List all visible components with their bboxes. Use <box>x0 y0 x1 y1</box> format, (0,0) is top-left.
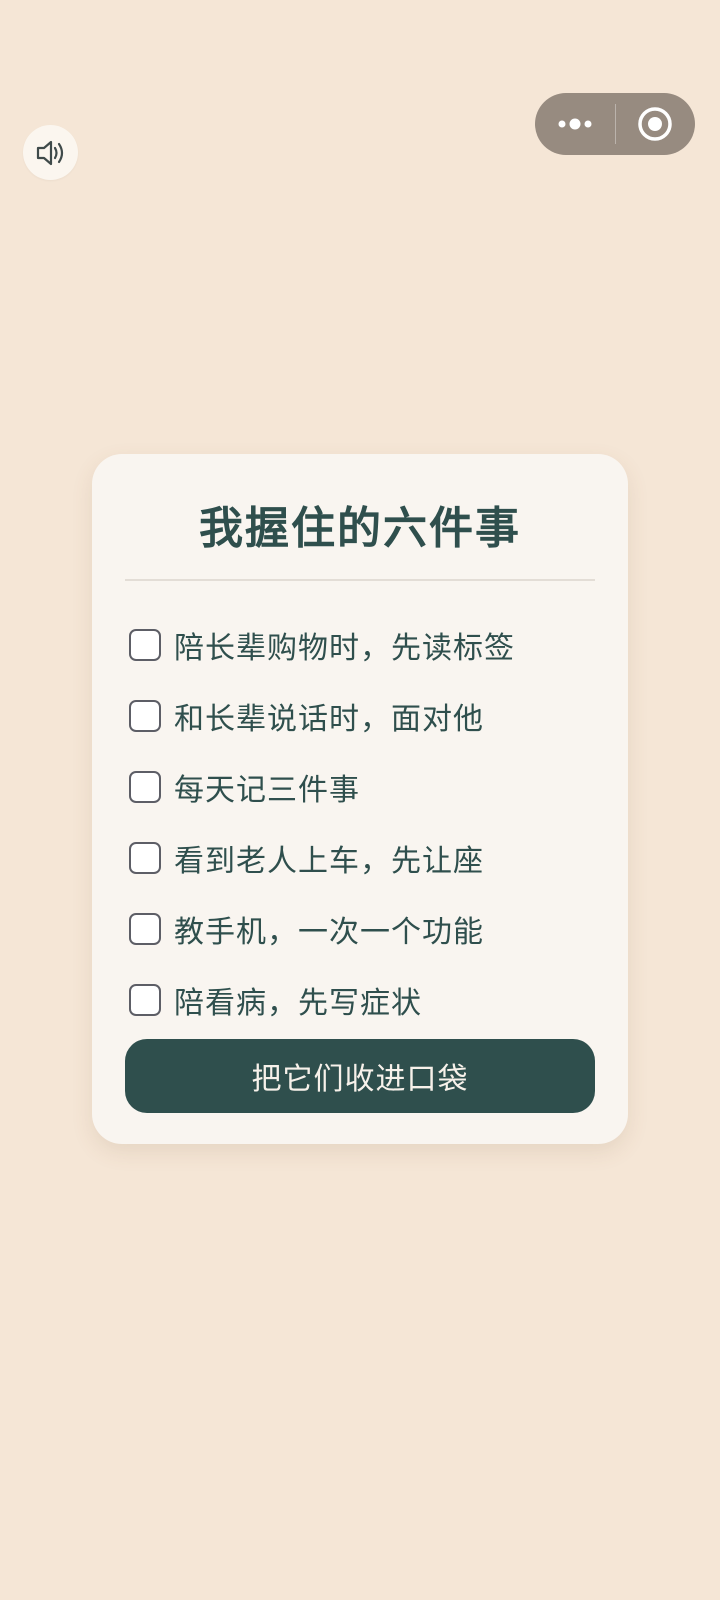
task-label: 看到老人上车，先让座 <box>174 843 484 879</box>
target-circle-icon <box>636 105 674 143</box>
title-divider <box>125 579 595 581</box>
task-label: 陪看病，先写症状 <box>174 985 422 1021</box>
close-mini-program-button[interactable] <box>616 93 696 155</box>
task-checkbox[interactable] <box>129 983 161 1016</box>
task-label: 教手机，一次一个功能 <box>174 914 484 950</box>
task-label: 和长辈说话时，面对他 <box>174 701 484 737</box>
task-item[interactable]: 陪长辈购物时，先读标签 <box>129 609 599 680</box>
task-checkbox[interactable] <box>129 841 161 874</box>
task-checkbox[interactable] <box>129 699 161 732</box>
task-label: 每天记三件事 <box>174 772 360 808</box>
task-item[interactable]: 陪看病，先写症状 <box>129 964 599 1035</box>
speaker-icon <box>34 136 68 170</box>
save-to-pocket-button[interactable]: 把它们收进口袋 <box>125 1039 595 1113</box>
task-checkbox[interactable] <box>129 770 161 803</box>
tasks-card: 我握住的六件事 陪长辈购物时，先读标签 和长辈说话时，面对他 每天记三件事 看到… <box>92 454 628 1144</box>
task-item[interactable]: 教手机，一次一个功能 <box>129 893 599 964</box>
task-checkbox[interactable] <box>129 912 161 945</box>
mini-program-capsule <box>535 93 695 155</box>
more-menu-button[interactable] <box>535 93 615 155</box>
task-item[interactable]: 看到老人上车，先让座 <box>129 822 599 893</box>
task-label: 陪长辈购物时，先读标签 <box>174 630 515 666</box>
sound-toggle-button[interactable] <box>23 125 78 180</box>
more-dots-icon <box>555 117 595 131</box>
task-list: 陪长辈购物时，先读标签 和长辈说话时，面对他 每天记三件事 看到老人上车，先让座… <box>129 609 599 1035</box>
card-title: 我握住的六件事 <box>199 503 521 554</box>
task-item[interactable]: 每天记三件事 <box>129 751 599 822</box>
task-item[interactable]: 和长辈说话时，面对他 <box>129 680 599 751</box>
task-checkbox[interactable] <box>129 628 161 661</box>
